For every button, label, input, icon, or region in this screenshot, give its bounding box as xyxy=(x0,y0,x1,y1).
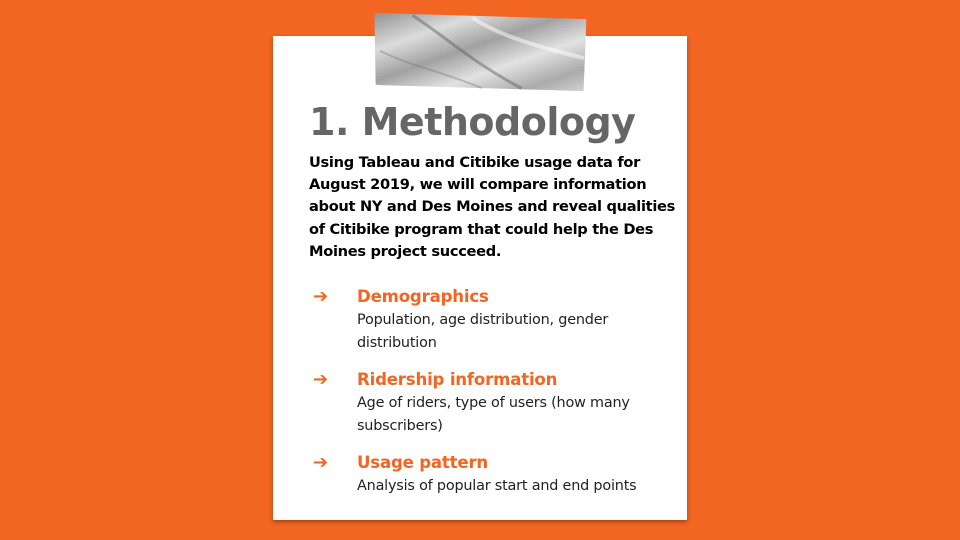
right-arrow-icon: ➔ xyxy=(313,369,329,390)
methodology-list: ➔ Demographics Population, age distribut… xyxy=(311,285,683,534)
tape-icon xyxy=(374,12,587,92)
item-title: Ridership information xyxy=(357,370,558,389)
item-description: Population, age distribution, gender dis… xyxy=(357,312,609,351)
item-title: Usage pattern xyxy=(357,453,489,472)
list-item-demographics: ➔ Demographics Population, age distribut… xyxy=(311,285,683,368)
list-item-ridership: ➔ Ridership information Age of riders, t… xyxy=(311,368,683,451)
item-description: Age of riders, type of users (how many s… xyxy=(357,395,630,434)
item-description: Analysis of popular start and end points xyxy=(357,478,637,494)
list-item-usage: ➔ Usage pattern Analysis of popular star… xyxy=(311,451,683,534)
right-arrow-icon: ➔ xyxy=(313,452,329,473)
right-arrow-icon: ➔ xyxy=(313,286,329,307)
slide-title: 1. Methodology xyxy=(309,100,636,144)
intro-paragraph: Using Tableau and Citibike usage data fo… xyxy=(309,154,676,260)
item-title: Demographics xyxy=(357,287,489,306)
